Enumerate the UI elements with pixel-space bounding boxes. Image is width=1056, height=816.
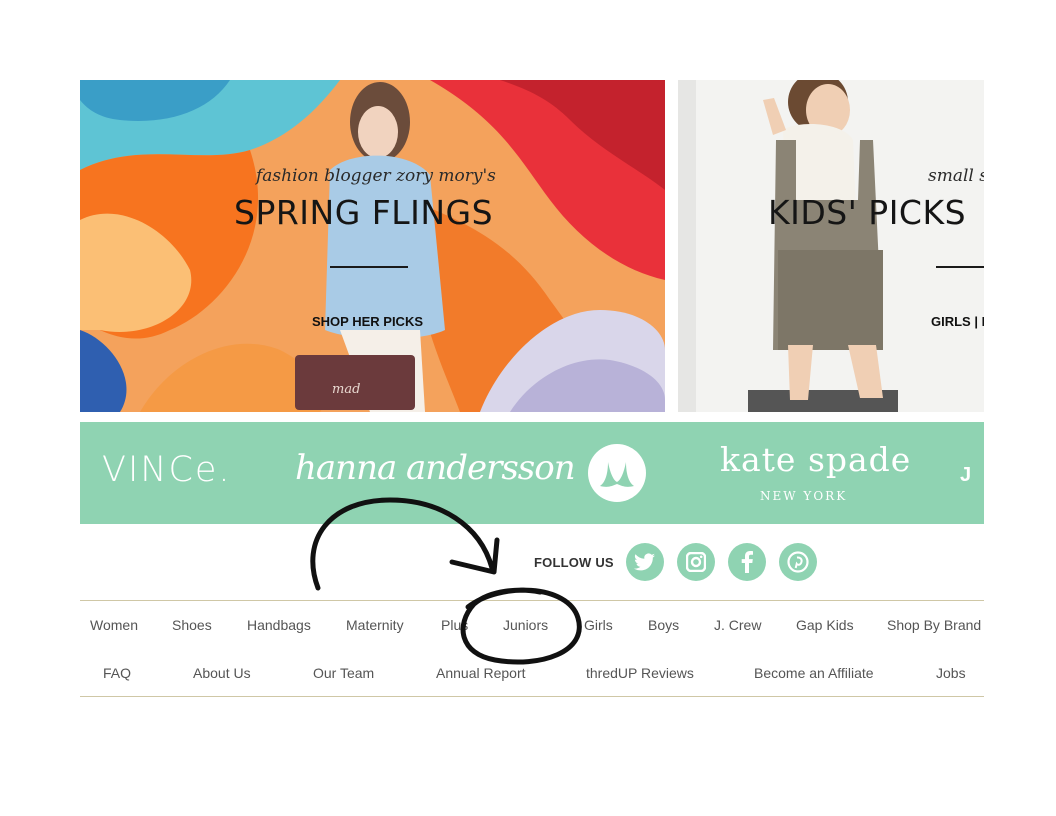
nav-girls[interactable]: Girls	[584, 617, 613, 633]
nav-women[interactable]: Women	[90, 617, 138, 633]
pinterest-icon[interactable]	[778, 543, 817, 581]
promo-kicker: fashion blogger zory mory's	[256, 166, 496, 186]
brand-vince-logo[interactable]: VINCe.	[102, 450, 232, 490]
brand-j-logo[interactable]: J	[960, 464, 971, 487]
brand-hanna-andersson-logo[interactable]: hanna andersson	[295, 448, 576, 488]
twitter-icon[interactable]	[625, 543, 664, 581]
facebook-icon[interactable]	[727, 543, 766, 581]
nav-juniors[interactable]: Juniors	[503, 617, 548, 633]
brand-kate-spade-subtitle: NEW YORK	[760, 489, 848, 503]
shop-kids-link[interactable]: GIRLS | B	[931, 314, 984, 329]
nav-faq[interactable]: FAQ	[103, 665, 131, 681]
instagram-icon[interactable]	[676, 543, 715, 581]
lululemon-icon	[588, 444, 646, 502]
promo-spring-artwork	[80, 80, 665, 412]
follow-us-label: FOLLOW US	[534, 554, 614, 570]
nav-divider-bottom	[80, 696, 984, 697]
shop-her-picks-link[interactable]: SHOP HER PICKS	[312, 314, 423, 329]
nav-divider-top	[80, 600, 984, 601]
promo-kids-picks[interactable]: small s KIDS' PICKS GIRLS | B	[678, 80, 984, 412]
brand-lululemon-logo[interactable]	[586, 442, 648, 504]
brand-strip: VINCe. hanna andersson kate spade NEW YO…	[80, 422, 984, 524]
promo-divider	[936, 266, 984, 268]
nav-our-team[interactable]: Our Team	[313, 665, 374, 681]
nav-shop-by-brand[interactable]: Shop By Brand	[887, 617, 981, 633]
nav-about-us[interactable]: About Us	[193, 665, 251, 681]
brand-kate-spade-logo[interactable]: kate spade	[720, 440, 911, 479]
promo-headline: KIDS' PICKS	[768, 193, 967, 232]
bag-logo: mad	[332, 382, 361, 397]
promo-kids-artwork	[678, 80, 984, 412]
promo-kicker: small s	[928, 166, 984, 186]
promo-divider	[330, 266, 408, 268]
promo-spring-flings[interactable]: fashion blogger zory mory's SPRING FLING…	[80, 80, 665, 412]
nav-maternity[interactable]: Maternity	[346, 617, 404, 633]
nav-annual-report[interactable]: Annual Report	[436, 665, 526, 681]
page-frame: fashion blogger zory mory's SPRING FLING…	[80, 80, 984, 700]
nav-gap-kids[interactable]: Gap Kids	[796, 617, 854, 633]
nav-thredup-reviews[interactable]: thredUP Reviews	[586, 665, 694, 681]
nav-jobs[interactable]: Jobs	[936, 665, 966, 681]
nav-plus[interactable]: Plus	[441, 617, 468, 633]
nav-j-crew[interactable]: J. Crew	[714, 617, 761, 633]
promo-headline: SPRING FLINGS	[234, 193, 494, 232]
nav-boys[interactable]: Boys	[648, 617, 679, 633]
nav-become-an-affiliate[interactable]: Become an Affiliate	[754, 665, 874, 681]
nav-handbags[interactable]: Handbags	[247, 617, 311, 633]
follow-us-bar: FOLLOW US	[534, 542, 830, 582]
nav-shoes[interactable]: Shoes	[172, 617, 212, 633]
